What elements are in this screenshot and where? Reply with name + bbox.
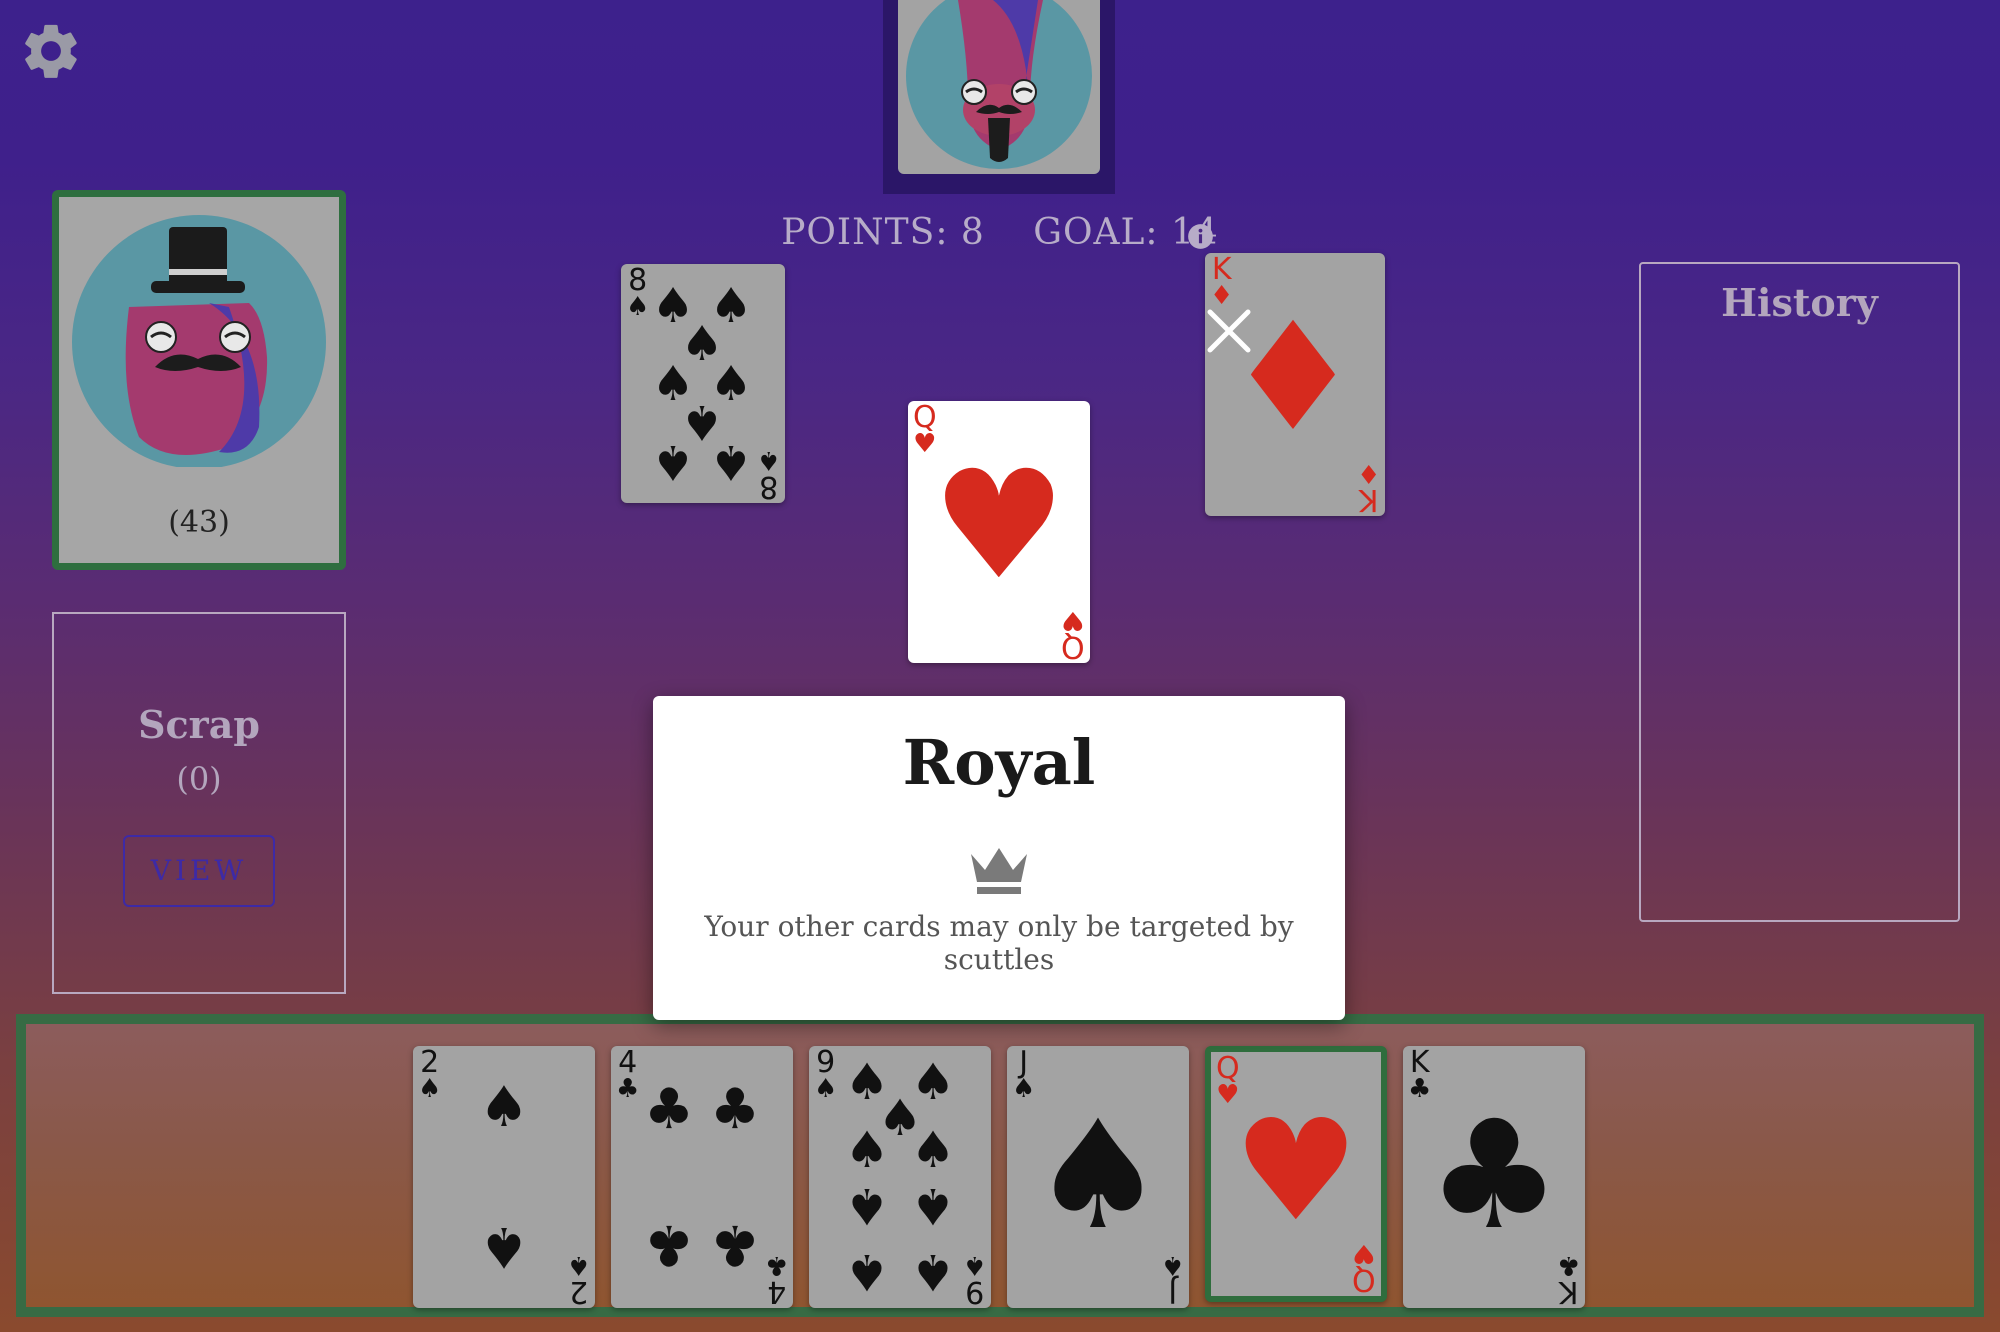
spade-pip-icon: ♠ xyxy=(651,434,695,490)
scrap-title: Scrap xyxy=(138,702,260,747)
hand-card-king-clubs[interactable]: K ♣ ♣ K ♣ xyxy=(1403,1046,1585,1308)
history-title: History xyxy=(1721,280,1878,325)
modal-description: Your other cards may only be targeted by… xyxy=(704,910,1294,976)
spade-pip-icon: ♠ xyxy=(1030,1089,1166,1263)
spade-pip-icon: ♠ xyxy=(478,1075,530,1140)
deck-count: (43) xyxy=(168,505,230,540)
card-corner: 8 ♠ xyxy=(756,445,780,503)
info-icon[interactable] xyxy=(1187,223,1214,250)
board-card-8-spades[interactable]: 8 ♠ ♠ ♠ ♠ ♠ ♠ ♠ ♠ ♠ 8 ♠ xyxy=(621,264,785,503)
modal-title: Royal xyxy=(902,726,1096,799)
hand-card-queen-hearts[interactable]: Q ♥ ♥ Q ♥ xyxy=(1205,1046,1387,1302)
close-icon[interactable] xyxy=(1204,306,1254,356)
club-pip-icon: ♣ xyxy=(643,1077,695,1142)
club-pip-icon: ♣ xyxy=(709,1077,761,1142)
opponent-mascot-icon xyxy=(906,0,1092,169)
spade-pip-icon: ♠ xyxy=(910,1121,956,1179)
spade-pip-icon: ♠ xyxy=(844,1121,890,1179)
hand-card-4-clubs[interactable]: 4 ♣ ♣ ♣ ♣ ♣ 4 ♣ xyxy=(611,1046,793,1308)
spade-pip-icon: ♠ xyxy=(478,1214,530,1279)
history-panel xyxy=(1639,262,1960,922)
club-pip-icon: ♣ xyxy=(1426,1089,1562,1263)
card-corner: Q ♥ xyxy=(1061,605,1085,663)
player-mascot-icon xyxy=(72,215,326,467)
spade-pip-icon: ♠ xyxy=(709,434,753,490)
scrap-view-button[interactable]: VIEW xyxy=(123,835,275,907)
hand-card-9-spades[interactable]: 9 ♠ ♠ ♠ ♠ ♠ ♠ ♠ ♠ ♠ ♠ 9 ♠ xyxy=(809,1046,991,1308)
heart-pip-icon: ♥ xyxy=(1233,1090,1359,1253)
points-label: POINTS: 8 xyxy=(781,212,985,253)
scrap-pile xyxy=(52,612,346,994)
club-pip-icon: ♣ xyxy=(709,1212,761,1277)
opponent-avatar xyxy=(898,0,1100,174)
spade-pip-icon: ♠ xyxy=(910,1177,956,1235)
card-corner: 8 ♠ xyxy=(626,264,650,322)
crown-icon xyxy=(969,842,1029,897)
scrap-count: (0) xyxy=(176,760,222,798)
spade-pip-icon: ♠ xyxy=(844,1177,890,1235)
club-pip-icon: ♣ xyxy=(643,1212,695,1277)
settings-gear-icon[interactable] xyxy=(18,18,84,84)
board-card-queen-hearts[interactable]: Q ♥ ♥ Q ♥ xyxy=(908,401,1090,663)
player-hand-area xyxy=(16,1014,1984,1317)
spade-pip-icon: ♠ xyxy=(910,1243,956,1301)
hand-card-jack-spades[interactable]: J ♠ ♠ J ♠ xyxy=(1007,1046,1189,1308)
heart-pip-icon: ♥ xyxy=(931,439,1067,613)
spade-pip-icon: ♠ xyxy=(844,1243,890,1301)
hand-card-2-spades[interactable]: 2 ♠ ♠ ♠ 2 ♠ xyxy=(413,1046,595,1308)
card-corner: K ♦ xyxy=(1356,458,1380,516)
board-card-king-diamonds[interactable]: K ♦ ♦ K ♦ xyxy=(1205,253,1385,516)
